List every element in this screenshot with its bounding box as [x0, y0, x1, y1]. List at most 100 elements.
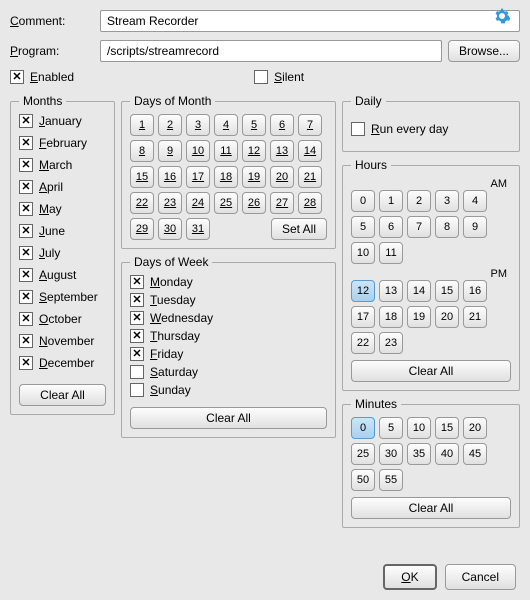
minute-button[interactable]: 15 [435, 417, 459, 439]
day-of-month-button[interactable]: 10 [186, 140, 210, 162]
minute-button[interactable]: 55 [379, 469, 403, 491]
minute-button[interactable]: 20 [463, 417, 487, 439]
day-of-month-button[interactable]: 22 [130, 192, 154, 214]
day-of-month-button[interactable]: 14 [298, 140, 322, 162]
day-of-month-button[interactable]: 6 [270, 114, 294, 136]
minute-button[interactable]: 5 [379, 417, 403, 439]
minute-button[interactable]: 10 [407, 417, 431, 439]
hour-button[interactable]: 15 [435, 280, 459, 302]
day-of-month-button[interactable]: 13 [270, 140, 294, 162]
day-of-month-button[interactable]: 20 [270, 166, 294, 188]
day-of-month-button[interactable]: 28 [298, 192, 322, 214]
hour-button[interactable]: 8 [435, 216, 459, 238]
day-of-month-button[interactable]: 8 [130, 140, 154, 162]
months-checkbox[interactable] [19, 268, 33, 282]
hour-button[interactable]: 18 [379, 306, 403, 328]
hour-button[interactable]: 4 [463, 190, 487, 212]
day-of-month-button[interactable]: 7 [298, 114, 322, 136]
hour-button[interactable]: 1 [379, 190, 403, 212]
day-of-month-button[interactable]: 29 [130, 218, 154, 240]
months-checkbox[interactable] [19, 114, 33, 128]
months-checkbox[interactable] [19, 224, 33, 238]
minute-button[interactable]: 30 [379, 443, 403, 465]
day-of-month-button[interactable]: 17 [186, 166, 210, 188]
months-checkbox[interactable] [19, 312, 33, 326]
hour-button[interactable]: 6 [379, 216, 403, 238]
months-checkbox[interactable] [19, 180, 33, 194]
months-checkbox[interactable] [19, 290, 33, 304]
day-of-month-button[interactable]: 26 [242, 192, 266, 214]
browse-button[interactable]: Browse... [448, 40, 520, 62]
day-of-month-button[interactable]: 3 [186, 114, 210, 136]
gear-icon[interactable] [494, 8, 510, 24]
daysOfWeek-checkbox[interactable] [130, 311, 144, 325]
daysOfWeek-checkbox[interactable] [130, 383, 144, 397]
day-of-month-button[interactable]: 31 [186, 218, 210, 240]
hour-button[interactable]: 12 [351, 280, 375, 302]
day-of-month-button[interactable]: 5 [242, 114, 266, 136]
minutes-clear-all-button[interactable]: Clear All [351, 497, 511, 519]
daysOfWeek-checkbox[interactable] [130, 365, 144, 379]
hour-button[interactable]: 7 [407, 216, 431, 238]
silent-checkbox[interactable] [254, 70, 268, 84]
day-of-month-button[interactable]: 4 [214, 114, 238, 136]
day-of-month-button[interactable]: 23 [158, 192, 182, 214]
months-checkbox[interactable] [19, 158, 33, 172]
minute-button[interactable]: 25 [351, 443, 375, 465]
minute-button[interactable]: 50 [351, 469, 375, 491]
hour-button[interactable]: 23 [379, 332, 403, 354]
dom-set-all-button[interactable]: Set All [271, 218, 327, 240]
day-of-month-button[interactable]: 9 [158, 140, 182, 162]
months-checkbox[interactable] [19, 246, 33, 260]
daysOfWeek-checkbox[interactable] [130, 293, 144, 307]
day-of-month-button[interactable]: 1 [130, 114, 154, 136]
enabled-checkbox[interactable] [10, 70, 24, 84]
minute-button[interactable]: 0 [351, 417, 375, 439]
hour-button[interactable]: 22 [351, 332, 375, 354]
hour-button[interactable]: 17 [351, 306, 375, 328]
hour-button[interactable]: 5 [351, 216, 375, 238]
day-of-month-button[interactable]: 12 [242, 140, 266, 162]
minute-button[interactable]: 45 [463, 443, 487, 465]
cancel-button[interactable]: Cancel [445, 564, 516, 590]
daysOfWeek-checkbox[interactable] [130, 329, 144, 343]
day-of-month-button[interactable]: 18 [214, 166, 238, 188]
hours-clear-all-button[interactable]: Clear All [351, 360, 511, 382]
day-of-month-button[interactable]: 30 [158, 218, 182, 240]
hour-button[interactable]: 10 [351, 242, 375, 264]
daysOfWeek-checkbox[interactable] [130, 347, 144, 361]
dow-clear-all-button[interactable]: Clear All [130, 407, 327, 429]
comment-input[interactable] [100, 10, 520, 32]
minute-button[interactable]: 40 [435, 443, 459, 465]
hour-button[interactable]: 20 [435, 306, 459, 328]
hour-button[interactable]: 21 [463, 306, 487, 328]
day-of-month-button[interactable]: 21 [298, 166, 322, 188]
hour-button[interactable]: 13 [379, 280, 403, 302]
day-of-month-button[interactable]: 16 [158, 166, 182, 188]
program-input[interactable] [100, 40, 442, 62]
hour-button[interactable]: 16 [463, 280, 487, 302]
hour-button[interactable]: 2 [407, 190, 431, 212]
day-of-month-button[interactable]: 15 [130, 166, 154, 188]
hour-button[interactable]: 0 [351, 190, 375, 212]
run-every-day-checkbox[interactable] [351, 122, 365, 136]
months-clear-all-button[interactable]: Clear All [19, 384, 106, 406]
hour-button[interactable]: 3 [435, 190, 459, 212]
day-of-month-button[interactable]: 2 [158, 114, 182, 136]
minute-button[interactable]: 35 [407, 443, 431, 465]
hour-button[interactable]: 19 [407, 306, 431, 328]
day-of-month-button[interactable]: 27 [270, 192, 294, 214]
months-checkbox[interactable] [19, 136, 33, 150]
hour-button[interactable]: 9 [463, 216, 487, 238]
day-of-month-button[interactable]: 19 [242, 166, 266, 188]
day-of-month-button[interactable]: 24 [186, 192, 210, 214]
day-of-month-button[interactable]: 11 [214, 140, 238, 162]
months-checkbox[interactable] [19, 356, 33, 370]
months-checkbox[interactable] [19, 202, 33, 216]
daysOfWeek-checkbox[interactable] [130, 275, 144, 289]
hour-button[interactable]: 14 [407, 280, 431, 302]
day-of-month-button[interactable]: 25 [214, 192, 238, 214]
ok-button[interactable]: OK [383, 564, 436, 590]
months-checkbox[interactable] [19, 334, 33, 348]
hour-button[interactable]: 11 [379, 242, 403, 264]
